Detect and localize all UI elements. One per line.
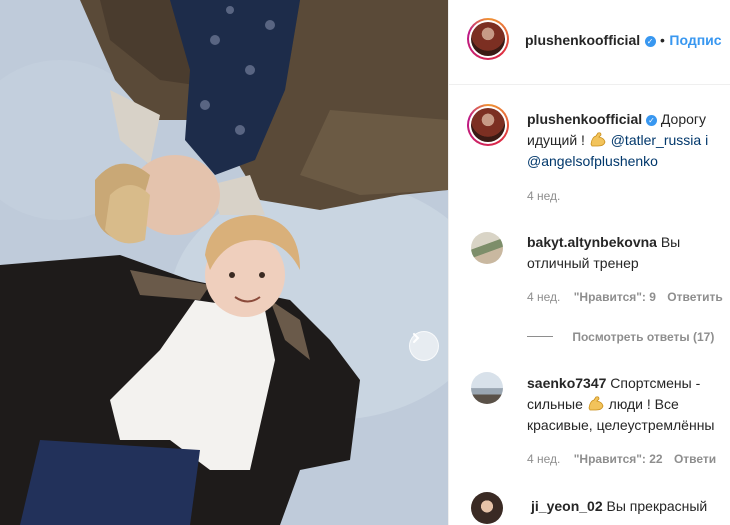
view-replies-label: Посмотреть ответы (17) xyxy=(572,330,715,344)
comment-text-line2: отличный тренер xyxy=(527,255,639,271)
post-side-panel: plushenkoofficial ✓ • Подпис plushenkoof… xyxy=(448,0,730,525)
comment-username[interactable]: saenko7347 xyxy=(527,375,606,391)
commenter-avatar[interactable] xyxy=(471,372,503,404)
flexed-biceps-icon xyxy=(588,396,604,411)
comment-text: Вы xyxy=(660,234,681,250)
photo-illustration xyxy=(0,0,448,525)
comment-meta: 4 нед. "Нравится": 22 Ответи xyxy=(527,452,716,466)
commenter-avatar[interactable] xyxy=(471,492,503,524)
comment-text-line2b: люди ! Все xyxy=(608,396,679,412)
mention-angels[interactable]: @angelsofplushenko xyxy=(527,153,658,169)
replies-divider xyxy=(527,336,553,337)
view-replies-button[interactable]: Посмотреть ответы (17) xyxy=(527,330,714,344)
reply-button[interactable]: Ответи xyxy=(674,452,716,466)
caption-username[interactable]: plushenkoofficial xyxy=(527,111,642,127)
caption-text-line2: идущий ! xyxy=(527,132,585,148)
caption-text: Дорогу xyxy=(660,111,707,127)
caption-truncated-tail: i xyxy=(705,132,709,148)
comment-username[interactable]: ji_yeon_02 xyxy=(531,498,603,514)
comment-text: Спортсмены - xyxy=(610,375,701,391)
caption-author-avatar[interactable] xyxy=(467,104,509,146)
comment-body: bakyt.altynbekovna Вы отличный тренер xyxy=(527,232,730,274)
reply-button[interactable]: Ответить xyxy=(667,290,722,304)
separator-dot: • xyxy=(660,32,665,48)
verified-badge-icon: ✓ xyxy=(646,115,658,126)
caption-age[interactable]: 4 нед. xyxy=(527,189,560,203)
chevron-right-icon xyxy=(413,333,420,343)
mention-tatler[interactable]: @tatler_russia xyxy=(611,132,701,148)
follow-button[interactable]: Подпис xyxy=(669,32,721,48)
comment-username[interactable]: bakyt.altynbekovna xyxy=(527,234,657,250)
post-photo[interactable] xyxy=(0,0,448,525)
commenter-avatar[interactable] xyxy=(471,232,503,264)
verified-badge-icon: ✓ xyxy=(644,36,656,47)
comment-text-line2a: сильные xyxy=(527,396,583,412)
comment-text-line3: красивые, целеустремлённы xyxy=(527,417,715,433)
comment-likes[interactable]: "Нравится": 9 xyxy=(574,290,656,304)
comment-body: saenko7347 Спортсмены - сильные люди ! В… xyxy=(527,373,730,436)
comment-body: ji_yeon_02 Вы прекрасный xyxy=(531,496,730,517)
next-photo-button[interactable] xyxy=(409,331,439,361)
comment-age[interactable]: 4 нед. xyxy=(527,452,560,466)
author-username[interactable]: plushenkoofficial xyxy=(525,32,640,48)
comment-meta: 4 нед. "Нравится": 9 Ответить xyxy=(527,290,723,304)
flexed-biceps-icon xyxy=(590,132,606,147)
author-avatar[interactable] xyxy=(467,18,509,60)
post-header: plushenkoofficial ✓ • Подпис xyxy=(449,0,730,85)
comment-likes[interactable]: "Нравится": 22 xyxy=(574,452,663,466)
comment-age[interactable]: 4 нед. xyxy=(527,290,560,304)
caption: plushenkoofficial ✓ Дорогу идущий ! @tat… xyxy=(527,109,730,172)
comment-text: Вы прекрасный xyxy=(606,498,708,514)
